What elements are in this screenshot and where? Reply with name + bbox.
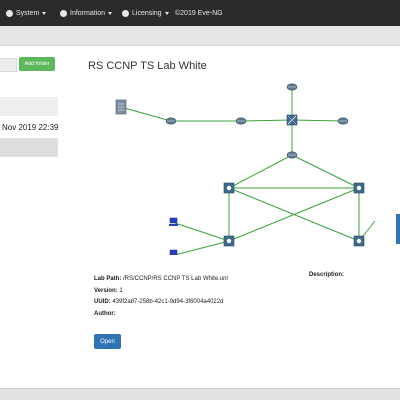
nav-system-menu[interactable]: System [6, 0, 47, 26]
description-label: Description: [309, 272, 345, 278]
router-icon[interactable] [286, 83, 298, 91]
sub-toolbar [0, 26, 400, 46]
multilayer-switch-icon[interactable] [353, 182, 365, 194]
topology-link [240, 119, 293, 122]
router-icon[interactable] [165, 117, 177, 125]
open-lab-button[interactable]: Open [94, 334, 121, 349]
lab-title: RS CCNP TS Lab White [88, 60, 207, 72]
topology-link [291, 154, 360, 189]
multilayer-switch-icon[interactable] [223, 235, 235, 247]
info-icon [60, 9, 67, 17]
multilayer-switch-icon[interactable] [223, 182, 235, 194]
version-value: 1 [119, 288, 123, 294]
topology-link [174, 222, 230, 242]
author-label: Author: [94, 311, 116, 317]
router-icon[interactable] [235, 117, 247, 125]
version-label: Version: [94, 288, 118, 294]
topology-link [228, 154, 293, 189]
topology-link [291, 119, 344, 122]
folder-list-item[interactable] [0, 97, 58, 116]
nav-information-label: Information [70, 9, 106, 17]
nav-information-menu[interactable]: Information [60, 0, 113, 26]
router-icon[interactable] [337, 117, 349, 125]
chevron-down-icon [42, 11, 47, 15]
nav-system-label: System [16, 9, 40, 17]
folder-name-input[interactable] [0, 58, 17, 72]
uuid-row: UUID: 439f2a87-258b-42c1-9d94-3f6004a402… [94, 299, 223, 305]
description-row: Description: [309, 272, 344, 278]
topology-preview [115, 83, 375, 255]
chevron-down-icon [108, 11, 113, 15]
nav-licensing-menu[interactable]: Licensing [122, 0, 169, 26]
host-icon[interactable] [169, 249, 178, 255]
topology-link [120, 106, 172, 122]
copyright-text: ©2019 Eve-NG [175, 9, 223, 17]
topology-link [174, 240, 230, 255]
server-icon[interactable] [115, 99, 127, 115]
uuid-value: 439f2a87-258b-42c1-9d94-3f6004a4022d [112, 299, 224, 305]
chevron-down-icon [164, 11, 169, 15]
router-icon[interactable] [286, 151, 298, 159]
switch-icon[interactable] [286, 114, 298, 126]
version-row: Version: 1 [94, 288, 123, 294]
bottom-status-strip [0, 388, 400, 400]
lab-modified-date: Nov 2019 22:39 [2, 123, 59, 132]
folder-list-item-selected[interactable] [0, 138, 58, 157]
lab-path-label: Lab Path: [94, 276, 122, 282]
uuid-label: UUID: [94, 299, 111, 305]
scrollbar-indicator[interactable] [396, 214, 400, 244]
license-icon [122, 9, 129, 17]
nav-licensing-label: Licensing [132, 9, 162, 17]
lab-path-row: Lab Path: /RS/CCNP/RS CCNP TS Lab White.… [94, 276, 228, 282]
top-navbar: System Information Licensing ©2019 Eve-N… [0, 0, 400, 26]
menu-icon [6, 9, 13, 17]
lab-path-value: /RS/CCNP/RS CCNP TS Lab White.unl [123, 276, 228, 282]
add-folder-button[interactable]: Add folder [19, 57, 55, 71]
multilayer-switch-icon[interactable] [353, 235, 365, 247]
host-icon[interactable] [169, 217, 178, 226]
author-row: Author: [94, 311, 116, 317]
